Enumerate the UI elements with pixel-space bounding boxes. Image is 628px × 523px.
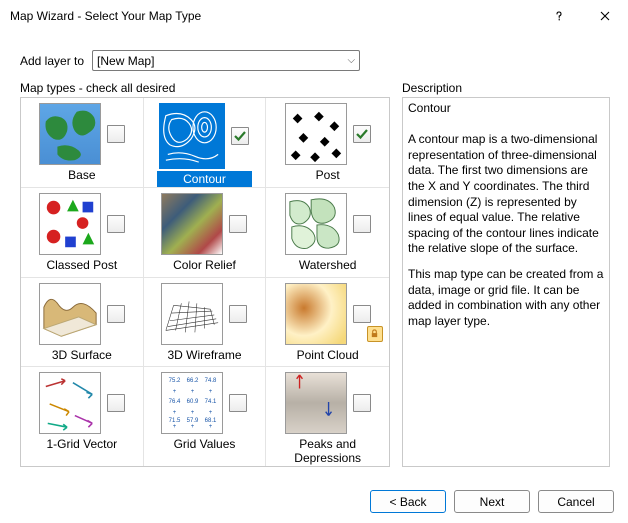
content-area: Add layer to [New Map] ⌵ Map types - che… [0,32,628,467]
contour-thumbnail [159,103,225,169]
next-button[interactable]: Next [454,490,530,513]
color-relief-thumbnail [161,193,223,255]
post-thumbnail [285,103,347,165]
close-button[interactable] [582,0,628,32]
map-type-3d-wireframe[interactable]: 3D Wireframe [144,278,267,368]
contour-checkbox[interactable] [231,127,249,145]
color-relief-checkbox[interactable] [229,215,247,233]
classed-post-checkbox[interactable] [107,215,125,233]
gridvector-label: 1-Grid Vector [42,436,121,452]
gridvector-checkbox[interactable] [107,394,125,412]
base-thumbnail [39,103,101,165]
dialog-title: Map Wizard - Select Your Map Type [10,9,536,23]
surface3d-checkbox[interactable] [107,305,125,323]
map-type-classed-post[interactable]: Classed Post [21,188,144,278]
post-label: Post [312,167,344,183]
pointcloud-label: Point Cloud [293,347,363,363]
map-type-grid-values[interactable]: 75.266.274.8+++76.460.974.1+++71.557.968… [144,367,267,466]
gridvalues-checkbox[interactable] [229,394,247,412]
wireframe-checkbox[interactable] [229,305,247,323]
description-box: Contour A contour map is a two-dimension… [402,97,610,467]
help-button[interactable] [536,0,582,32]
peaks-label: Peaks and Depressions [266,436,389,466]
back-button[interactable]: < Back [370,490,446,513]
select-value: [New Map] [97,54,154,68]
pointcloud-checkbox[interactable] [353,305,371,323]
footer-buttons: < Back Next Cancel [370,490,614,513]
gridvalues-thumbnail: 75.266.274.8+++76.460.974.1+++71.557.968… [161,372,223,434]
watershed-thumbnail [285,193,347,255]
classed-post-thumbnail [39,193,101,255]
help-icon [554,11,564,21]
description-title: Contour [408,101,604,117]
pointcloud-thumbnail [285,283,347,345]
map-type-post[interactable]: Post [266,98,389,188]
peaks-checkbox[interactable] [353,394,371,412]
map-type-peaks[interactable]: Peaks and Depressions [266,367,389,466]
watershed-label: Watershed [295,257,361,273]
gridvector-thumbnail [39,372,101,434]
lock-icon [367,326,383,342]
map-types-grid: Base [20,97,390,467]
post-checkbox[interactable] [353,125,371,143]
add-layer-label: Add layer to [20,54,84,68]
watershed-checkbox[interactable] [353,215,371,233]
description-label: Description [402,81,610,95]
map-types-label: Map types - check all desired [20,81,390,95]
surface3d-thumbnail [39,283,101,345]
chevron-down-icon: ⌵ [347,55,355,66]
base-checkbox[interactable] [107,125,125,143]
contour-label: Contour [157,171,252,187]
classed-post-label: Classed Post [42,257,121,273]
wireframe-label: 3D Wireframe [163,347,245,363]
description-p1: A contour map is a two-dimensional repre… [408,132,604,257]
description-p2: This map type can be created from a data… [408,267,604,329]
map-type-point-cloud[interactable]: Point Cloud [266,278,389,368]
surface3d-label: 3D Surface [48,347,116,363]
map-type-3d-surface[interactable]: 3D Surface [21,278,144,368]
map-target-select[interactable]: [New Map] ⌵ [92,50,360,71]
map-type-grid-vector[interactable]: 1-Grid Vector [21,367,144,466]
peaks-thumbnail [285,372,347,434]
titlebar: Map Wizard - Select Your Map Type [0,0,628,32]
map-type-base[interactable]: Base [21,98,144,188]
map-type-watershed[interactable]: Watershed [266,188,389,278]
close-icon [600,11,610,21]
cancel-button[interactable]: Cancel [538,490,614,513]
wireframe-thumbnail [161,283,223,345]
gridvalues-label: Grid Values [170,436,240,452]
map-type-contour[interactable]: Contour [144,98,267,188]
map-type-color-relief[interactable]: Color Relief [144,188,267,278]
color-relief-label: Color Relief [169,257,240,273]
base-label: Base [64,167,99,183]
